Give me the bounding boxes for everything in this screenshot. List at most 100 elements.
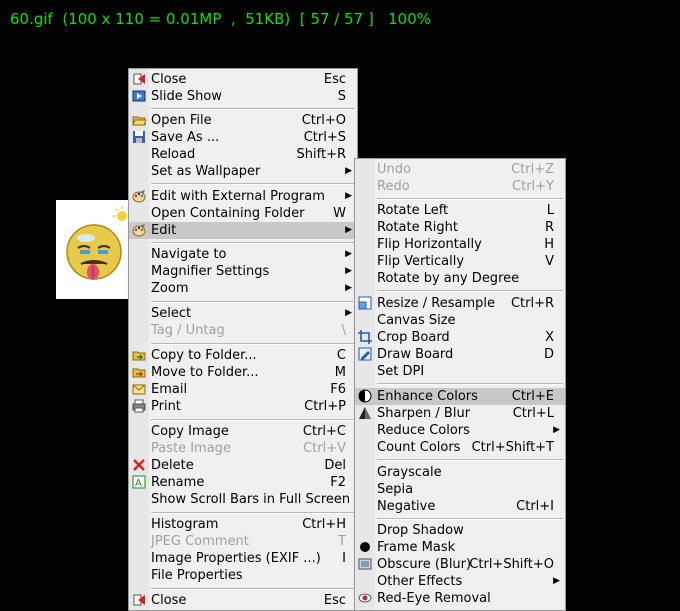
menu-item-label: Drop Shadow: [377, 523, 464, 538]
menu-item-label: Navigate to: [151, 247, 227, 262]
menu-item-edit[interactable]: Edit ▶: [129, 222, 357, 239]
palette-icon: [132, 223, 146, 237]
menu-item-save-as[interactable]: Save As ... Ctrl+S: [129, 129, 357, 146]
menu-item-zoom[interactable]: Zoom ▶: [129, 280, 357, 297]
menu-item-set-as-wallpaper[interactable]: Set as Wallpaper ▶: [129, 163, 357, 180]
menu-item-jpeg-comment: JPEG Comment T: [129, 533, 357, 550]
menu-item-open-containing-folder[interactable]: Open Containing Folder W: [129, 205, 357, 222]
menu-item-label: Image Properties (EXIF ...): [151, 551, 321, 566]
menu-item-label: Histogram: [151, 517, 219, 532]
menu-item-label: Copy Image: [151, 424, 229, 439]
menu-item-label: Copy to Folder...: [151, 348, 257, 363]
menu-item-label: Canvas Size: [377, 313, 456, 328]
menu-item-count-colors[interactable]: Count Colors Ctrl+Shift+T: [355, 439, 565, 456]
menu-item-reduce-colors[interactable]: Reduce Colors ▶: [355, 422, 565, 439]
menu-item-rotate-right[interactable]: Rotate Right R: [355, 219, 565, 236]
menu-separator: [377, 198, 563, 200]
menu-item-flip-vertically[interactable]: Flip Vertically V: [355, 253, 565, 270]
menu-item-shortcut: Ctrl+R: [510, 296, 554, 311]
menu-item-redo: Redo Ctrl+Y: [355, 178, 565, 195]
menu-item-rename[interactable]: A Rename F2: [129, 474, 357, 491]
menu-item-shortcut: S: [337, 89, 346, 104]
menu-item-close[interactable]: Close Esc: [129, 592, 357, 609]
menu-item-shortcut: \: [341, 323, 346, 338]
menu-item-label: Grayscale: [377, 465, 442, 480]
menu-item-label: Delete: [151, 458, 194, 473]
menu-item-negative[interactable]: Negative Ctrl+I: [355, 498, 565, 515]
menu-item-sepia[interactable]: Sepia: [355, 481, 565, 498]
menu-item-label: Rotate by any Degree: [377, 271, 520, 286]
menu-item-label: Close: [151, 72, 187, 87]
menu-item-image-properties-exif[interactable]: Image Properties (EXIF ...) I: [129, 550, 357, 567]
menu-item-obscure-blur[interactable]: Obscure (Blur) Ctrl+Shift+O: [355, 556, 565, 573]
menu-item-draw-board[interactable]: Draw Board D: [355, 346, 565, 363]
menu-item-magnifier-settings[interactable]: Magnifier Settings ▶: [129, 263, 357, 280]
menu-item-copy-to-folder[interactable]: Copy to Folder... C: [129, 347, 357, 364]
menu-item-show-scroll-bars-in-full-screen[interactable]: Show Scroll Bars in Full Screen: [129, 491, 357, 508]
menu-item-flip-horizontally[interactable]: Flip Horizontally H: [355, 236, 565, 253]
contrast-icon: [358, 389, 372, 403]
menu-item-shortcut: Ctrl+H: [302, 517, 346, 532]
menu-item-print[interactable]: Print Ctrl+P: [129, 398, 357, 415]
menu-item-label: Set DPI: [377, 364, 425, 379]
menu-separator: [377, 383, 563, 385]
menu-item-label: Reduce Colors: [377, 423, 470, 438]
menu-item-email[interactable]: Email F6: [129, 381, 357, 398]
obscure-icon: [358, 557, 372, 571]
menu-item-shortcut: Ctrl+S: [303, 130, 346, 145]
menu-item-close[interactable]: Close Esc: [129, 71, 357, 88]
rename-icon: A: [132, 475, 146, 489]
menu-item-frame-mask[interactable]: Frame Mask: [355, 539, 565, 556]
menu-item-file-properties[interactable]: File Properties: [129, 567, 357, 584]
sharpen-icon: [358, 406, 372, 420]
submenu-arrow-icon: ▶: [553, 425, 560, 435]
red-eye-icon: [358, 591, 372, 605]
menu-item-label: File Properties: [151, 568, 243, 583]
slideshow-icon: [132, 89, 146, 103]
menu-item-label: Open File: [151, 113, 212, 128]
menu-item-set-dpi[interactable]: Set DPI: [355, 363, 565, 380]
menu-separator: [377, 459, 563, 461]
menu-item-shortcut: Ctrl+Y: [512, 179, 554, 194]
menu-item-label: Print: [151, 399, 181, 414]
submenu-arrow-icon: ▶: [345, 225, 352, 235]
menu-item-grayscale[interactable]: Grayscale: [355, 464, 565, 481]
menu-item-rotate-by-any-degree[interactable]: Rotate by any Degree: [355, 270, 565, 287]
menu-item-rotate-left[interactable]: Rotate Left L: [355, 202, 565, 219]
menu-separator: [151, 512, 355, 514]
image-thumbnail: [56, 200, 132, 299]
submenu-arrow-icon: ▶: [345, 308, 352, 318]
menu-item-open-file[interactable]: Open File Ctrl+O: [129, 112, 357, 129]
menu-item-label: Other Effects: [377, 574, 463, 589]
menu-item-canvas-size[interactable]: Canvas Size: [355, 312, 565, 329]
menu-item-shortcut: Ctrl+Shift+T: [471, 440, 554, 455]
menu-item-red-eye-removal[interactable]: Red-Eye Removal: [355, 590, 565, 607]
menu-item-slide-show[interactable]: Slide Show S: [129, 88, 357, 105]
status-bar: 60.gif (100 x 110 = 0.01MP , 51KB) [ 57 …: [10, 10, 432, 28]
email-icon: [132, 382, 146, 396]
menu-item-move-to-folder[interactable]: Move to Folder... M: [129, 364, 357, 381]
menu-item-navigate-to[interactable]: Navigate to ▶: [129, 246, 357, 263]
menu-item-edit-with-external-program[interactable]: Edit with External Program ▶: [129, 188, 357, 205]
menu-item-label: Open Containing Folder: [151, 206, 305, 221]
menu-item-enhance-colors[interactable]: Enhance Colors Ctrl+E: [355, 388, 565, 405]
submenu-arrow-icon: ▶: [345, 283, 352, 293]
menu-item-select[interactable]: Select ▶: [129, 305, 357, 322]
menu-item-label: Set as Wallpaper: [151, 164, 261, 179]
menu-item-crop-board[interactable]: Crop Board X: [355, 329, 565, 346]
menu-item-label: Enhance Colors: [377, 389, 478, 404]
menu-item-delete[interactable]: Delete Del: [129, 457, 357, 474]
menu-item-resize-resample[interactable]: Resize / Resample Ctrl+R: [355, 295, 565, 312]
menu-item-shortcut: Esc: [323, 72, 346, 87]
menu-item-label: Red-Eye Removal: [377, 591, 491, 606]
resize-icon: [358, 296, 372, 310]
submenu-arrow-icon: ▶: [345, 266, 352, 276]
menu-item-other-effects[interactable]: Other Effects ▶: [355, 573, 565, 590]
menu-item-undo: Undo Ctrl+Z: [355, 161, 565, 178]
menu-item-histogram[interactable]: Histogram Ctrl+H: [129, 516, 357, 533]
menu-item-sharpen-blur[interactable]: Sharpen / Blur Ctrl+L: [355, 405, 565, 422]
menu-item-drop-shadow[interactable]: Drop Shadow: [355, 522, 565, 539]
menu-item-copy-image[interactable]: Copy Image Ctrl+C: [129, 423, 357, 440]
menu-separator: [151, 301, 355, 303]
menu-item-reload[interactable]: Reload Shift+R: [129, 146, 357, 163]
